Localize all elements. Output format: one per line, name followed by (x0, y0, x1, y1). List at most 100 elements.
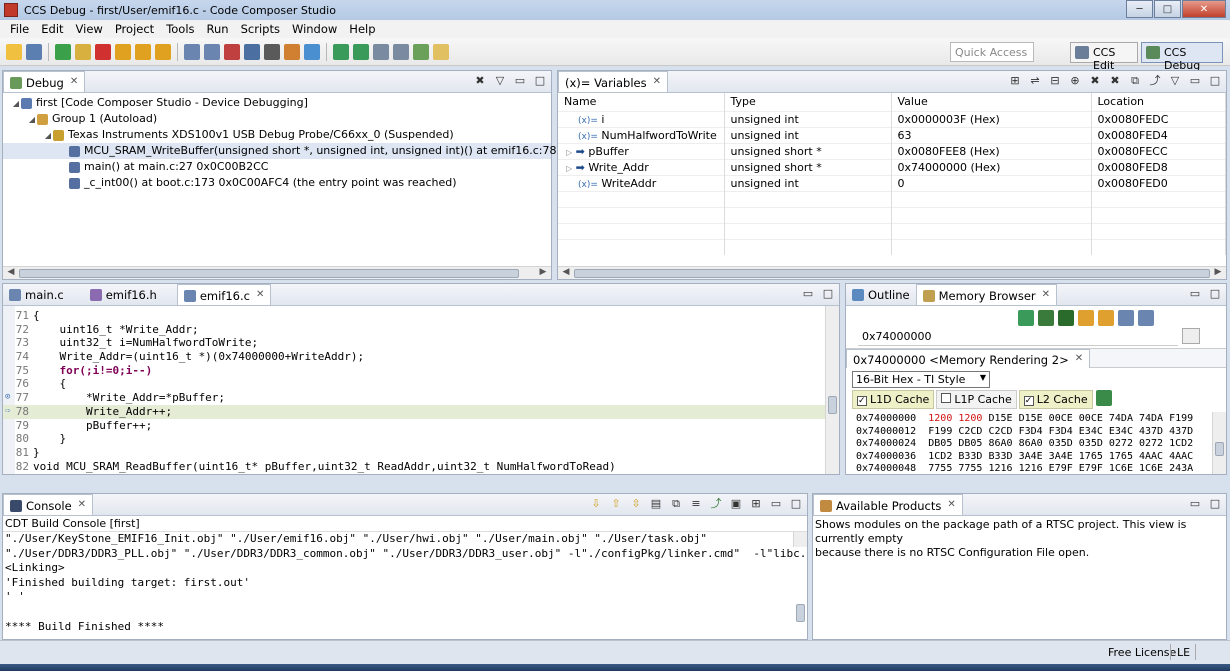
tree-item-group[interactable]: ◢ Group 1 (Autoload) (3, 111, 551, 127)
var-value[interactable]: 63 (891, 126, 1092, 143)
table-row[interactable]: ▷ ➡ pBuffer unsigned short * 0x0080FEE8 … (558, 142, 1226, 159)
minimize-button[interactable]: ─ (1126, 0, 1153, 18)
maximize-view-icon[interactable]: □ (1208, 287, 1222, 301)
table-row[interactable]: ▷ ➡ Write_Addr unsigned short * 0x740000… (558, 158, 1226, 175)
menu-tools[interactable]: Tools (160, 22, 200, 36)
minimize-view-icon[interactable]: ▭ (801, 287, 815, 301)
step-return-icon[interactable] (155, 43, 171, 60)
menu-window[interactable]: Window (286, 22, 343, 36)
tab-console[interactable]: Console ✕ (3, 494, 94, 515)
close-icon[interactable]: ✕ (78, 499, 86, 510)
show-types-icon[interactable]: ⊞ (1008, 74, 1022, 88)
console-output[interactable]: "./User/KeyStone_EMIF16_Init.obj" "./Use… (3, 532, 807, 638)
column-header-name[interactable]: Name (558, 93, 725, 111)
l2-cache-checkbox[interactable]: ✓ L2 Cache (1018, 390, 1093, 409)
resume-icon[interactable] (55, 43, 71, 60)
maximize-view-icon[interactable]: □ (821, 287, 835, 301)
menu-run[interactable]: Run (201, 22, 235, 36)
close-icon[interactable]: ✕ (1042, 289, 1050, 300)
search-icon[interactable] (393, 43, 409, 60)
expand-icon[interactable]: ▷ (566, 164, 572, 173)
close-icon[interactable]: ✕ (1075, 353, 1083, 364)
new-view-icon[interactable]: ⧉ (1128, 74, 1142, 88)
tab-main-c[interactable]: main.c (3, 284, 70, 305)
minimize-view-icon[interactable]: ▭ (513, 74, 527, 88)
copy-icon[interactable]: ⧉ (669, 497, 683, 511)
export-icon[interactable] (1058, 310, 1074, 326)
stack-frame[interactable]: main() at main.c:27 0x0C00B2CC (3, 159, 551, 175)
breakpoint-marker-icon[interactable]: ⊙ (5, 391, 10, 405)
view-menu-icon[interactable]: ▽ (493, 74, 507, 88)
maximize-view-icon[interactable]: □ (1208, 497, 1222, 511)
menu-view[interactable]: View (70, 22, 109, 36)
maximize-button[interactable]: □ (1154, 0, 1181, 18)
refresh-icon[interactable] (353, 43, 369, 60)
go-icon[interactable] (1182, 328, 1200, 344)
step-over-icon[interactable] (135, 43, 151, 60)
var-value[interactable]: 0x74000000 (Hex) (891, 158, 1092, 175)
run-to-line-icon[interactable] (333, 43, 349, 60)
horizontal-scrollbar[interactable]: ◀ ▶ (3, 266, 551, 279)
logical-structure-icon[interactable]: ⇌ (1028, 74, 1042, 88)
tab-variables[interactable]: (x)= Variables ✕ (558, 71, 669, 92)
code-editor[interactable]: 71{ 72 uint16_t *Write_Addr; 73 uint32_t… (3, 306, 839, 474)
add-watch-icon[interactable]: ⊕ (1068, 74, 1082, 88)
bug-icon[interactable] (413, 43, 429, 60)
scroll-up-icon[interactable]: ⇧ (609, 497, 623, 511)
memory-grid[interactable]: 0x74000000 1200 1200 D15E D15E 00CE 00CE… (856, 413, 1210, 476)
pen-icon[interactable] (433, 43, 449, 60)
quick-access-input[interactable]: Quick Access (950, 42, 1034, 62)
close-icon[interactable]: ✕ (947, 499, 955, 510)
instruction-step-icon[interactable] (184, 43, 200, 60)
close-window-button[interactable]: ✕ (1182, 0, 1226, 18)
scroll-down-icon[interactable]: ⇩ (589, 497, 603, 511)
clear-console-icon[interactable]: ▤ (649, 497, 663, 511)
tab-available-products[interactable]: Available Products ✕ (813, 494, 963, 515)
pin-console-icon[interactable]: ⤴ (709, 497, 723, 511)
link-icon[interactable] (1078, 310, 1094, 326)
close-icon[interactable]: ✕ (256, 289, 264, 300)
collapse-all-icon[interactable]: ⊟ (1048, 74, 1062, 88)
new-console-icon[interactable]: ⊞ (749, 497, 763, 511)
ccs-debug-perspective-button[interactable]: CCS Debug (1141, 42, 1223, 72)
expand-icon[interactable]: ▷ (566, 148, 572, 157)
menu-file[interactable]: File (4, 22, 35, 36)
import-icon[interactable] (1038, 310, 1054, 326)
refresh-icon[interactable] (1018, 310, 1034, 326)
view-menu-icon[interactable]: ▽ (1168, 74, 1182, 88)
menu-edit[interactable]: Edit (35, 22, 69, 36)
pin-icon[interactable] (1138, 310, 1154, 326)
vertical-scrollbar[interactable] (1212, 412, 1226, 474)
tree-item-project[interactable]: ◢ first [Code Composer Studio - Device De… (3, 95, 551, 111)
maximize-view-icon[interactable]: □ (789, 497, 803, 511)
var-value[interactable]: 0x0000003F (Hex) (891, 110, 1092, 127)
var-value[interactable]: 0 (891, 174, 1092, 191)
close-icon[interactable]: ✕ (70, 76, 78, 87)
table-row[interactable]: (x)= i unsigned int 0x0000003F (Hex) 0x0… (558, 110, 1226, 127)
new-view-icon[interactable] (1118, 310, 1134, 326)
display-console-icon[interactable]: ▣ (729, 497, 743, 511)
table-row[interactable]: (x)= WriteAddr unsigned int 0 0x0080FED0 (558, 174, 1226, 191)
new-icon[interactable] (6, 43, 22, 60)
menu-scripts[interactable]: Scripts (235, 22, 286, 36)
tab-emif16-h[interactable]: emif16.h (84, 284, 163, 305)
address-input[interactable]: 0x74000000 (858, 328, 1178, 346)
stack-frame[interactable]: _c_int00() at boot.c:173 0x0C00AFC4 (the… (3, 175, 551, 191)
stack-frame-selected[interactable]: MCU_SRAM_WriteBuffer(unsigned short *, u… (3, 143, 624, 159)
tab-outline[interactable]: Outline (846, 284, 916, 305)
horizontal-scrollbar[interactable]: ◀ ▶ (558, 266, 1226, 279)
window-icon[interactable] (373, 43, 389, 60)
minimize-view-icon[interactable]: ▭ (1188, 74, 1202, 88)
terminate-icon[interactable] (95, 43, 111, 60)
tab-memory-rendering[interactable]: 0x74000000 <Memory Rendering 2> ✕ (846, 349, 1091, 368)
load-program-icon[interactable] (284, 43, 300, 60)
column-header-type[interactable]: Type (724, 93, 892, 111)
close-icon[interactable]: ✕ (653, 76, 661, 87)
tab-emif16-c[interactable]: emif16.c ✕ (176, 284, 272, 305)
tree-item-probe[interactable]: ◢ Texas Instruments XDS100v1 USB Debug Pr… (3, 127, 551, 143)
minimize-view-icon[interactable]: ▭ (1188, 287, 1202, 301)
var-value[interactable]: 0x0080FEE8 (Hex) (891, 142, 1092, 159)
fill-icon[interactable] (1098, 310, 1114, 326)
remove-terminated-icon[interactable]: ✖ (473, 74, 487, 88)
minimize-view-icon[interactable]: ▭ (1188, 497, 1202, 511)
